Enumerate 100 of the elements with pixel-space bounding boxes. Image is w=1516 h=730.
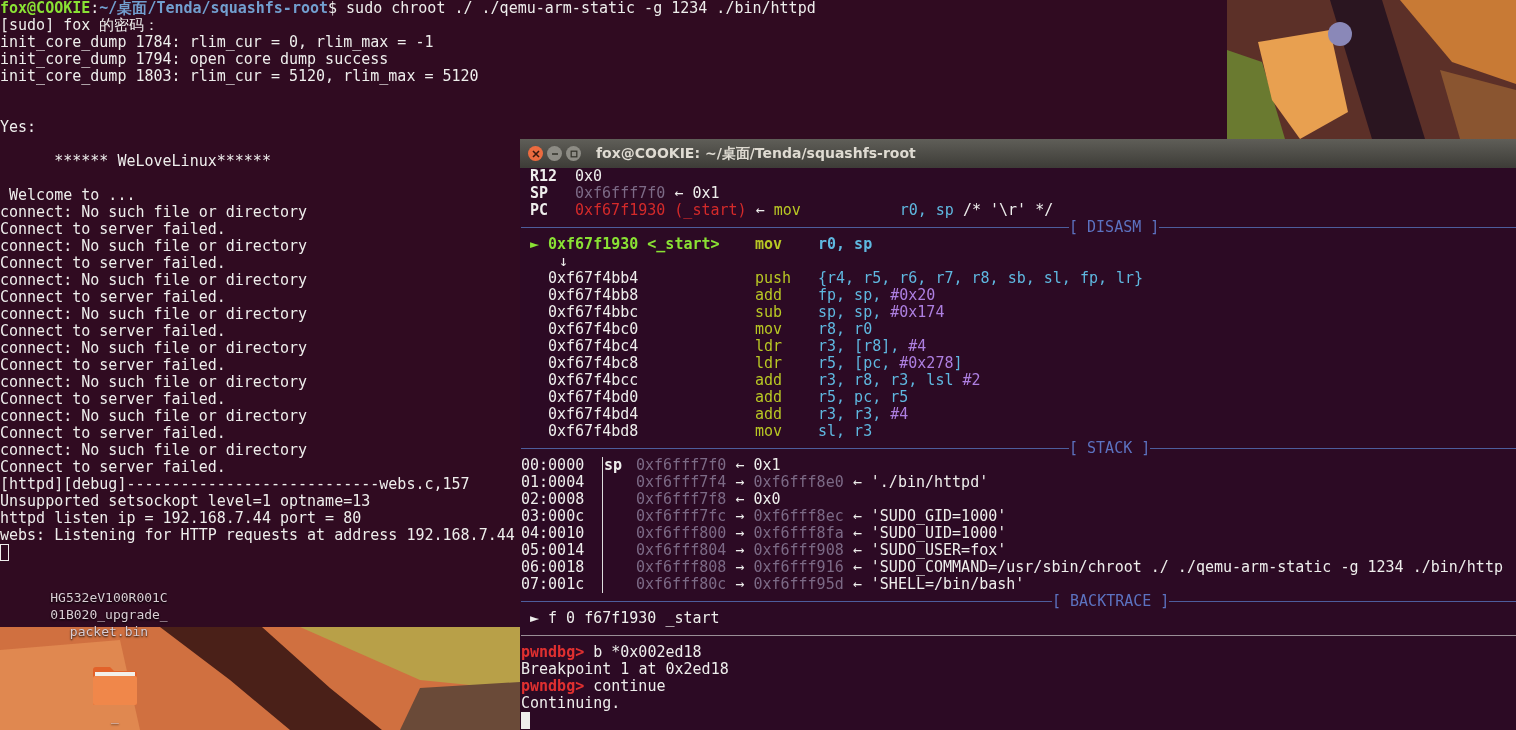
pointer-value: ← 'SUDO_GID=1000' [851, 507, 1007, 525]
output-line: connect: No such file or directory [0, 442, 308, 459]
instruction-address: 0xf67f4bbc [548, 303, 639, 321]
mnemonic: add [755, 287, 784, 304]
output-line: Connect to server failed. [0, 391, 226, 408]
stack-address: 0xf6fff7f4 [636, 473, 727, 491]
output-line: Continuing. [521, 695, 621, 712]
mnemonic: ldr [755, 338, 784, 355]
stack-address: 0xf6fff916 [753, 558, 844, 576]
stack-address: 0xf6fff808 [636, 558, 727, 576]
stack-address: 0xf6fff7fc [636, 507, 727, 525]
stack-offset: 02:0008 [521, 491, 586, 508]
output-line: Connect to server failed. [0, 323, 226, 340]
stack-address: 0xf6fff8ec [753, 507, 844, 525]
code-address: 0xf67f1930 (_start) [575, 202, 747, 219]
stack-address: 0xf6fff7f0 [575, 185, 666, 202]
operand: fp, sp, [818, 286, 883, 304]
mnemonic: push [755, 270, 793, 287]
stack-offset: 03:000c [521, 508, 586, 525]
stack-offset: 04:0010 [521, 525, 586, 542]
mnemonic: add [755, 406, 784, 423]
pointer-value: → [734, 541, 746, 559]
operand: sl, r3 [818, 422, 873, 440]
output-line: Connect to server failed. [0, 255, 226, 272]
backtrace-frame: f 0 f67f1930 _start [548, 610, 720, 627]
instruction-address: 0xf67f4bc8 [548, 354, 639, 372]
minimize-button[interactable] [547, 146, 562, 161]
mnemonic: sub [755, 304, 784, 321]
pointer-value: ← 0x0 [734, 490, 781, 508]
output-line: Connect to server failed. [0, 459, 226, 476]
pointer-value: → [734, 575, 746, 593]
mnemonic: mov [773, 202, 802, 219]
immediate: #0x174 [890, 303, 945, 321]
stack-offset: 05:0014 [521, 542, 586, 559]
pointer-value: → [734, 473, 746, 491]
file-name[interactable]: HG532eV100R001C01B020_upgrade_packet.bin [50, 589, 168, 640]
register-name: sp [604, 457, 623, 474]
output-line: init_core_dump 1784: rlim_cur = 0, rlim_max = -1 [0, 34, 434, 51]
jump-arrow: ↓ [559, 252, 569, 270]
operand: sp, sp, [818, 303, 883, 321]
register-name: PC [530, 202, 550, 219]
instruction-address: 0xf67f4bcc [548, 371, 639, 389]
instruction-address: 0xf67f4bb4 [548, 269, 639, 287]
command-text: $ sudo chroot ./ ./qemu-arm-static -g 1234 ./bin/httpd [328, 0, 816, 17]
output-line: Connect to server failed. [0, 425, 226, 442]
operand: r0, sp [899, 202, 954, 219]
pointer-value: ← 0x1 [673, 185, 720, 202]
pointer-value: ← 'SUDO_UID=1000' [851, 524, 1007, 542]
operand: ] [953, 354, 963, 372]
output-line: connect: No such file or directory [0, 204, 308, 221]
output-line: Welcome to ... [8, 187, 136, 204]
output-line: [httpd][debug]----------------------------webs.c,157 [0, 476, 470, 493]
close-button[interactable] [528, 146, 543, 161]
operand: r0, sp [818, 235, 873, 253]
immediate: #4 [908, 337, 927, 355]
immediate: #0x278 [899, 354, 954, 372]
instruction-address: 0xf67f4bd8 [548, 422, 639, 440]
stack-address: 0xf6fff7f0 [636, 456, 727, 474]
instruction-address: 0xf67f4bc4 [548, 337, 639, 355]
pointer-value: ← 'SUDO_COMMAND=/usr/sbin/chroot ./ ./qemu-arm-static -g 1234 ./bin/http [851, 558, 1503, 576]
output-line: Unsupported setsockopt level=1 optname=13 [0, 493, 371, 510]
stack-address: 0xf6fff804 [636, 541, 727, 559]
pointer-value: → [734, 507, 746, 525]
close-icon [531, 149, 540, 158]
stack-offset: 01:0004 [521, 474, 586, 491]
pointer-value: ← './bin/httpd' [851, 473, 989, 491]
window-title: fox@COOKIE: ~/桌面/Tenda/squashfs-root [596, 145, 916, 162]
stack-offset: 00:0000 [521, 457, 586, 474]
pointer-value: ← 0x1 [734, 456, 781, 474]
operand: r3, r8, r3, lsl [818, 371, 955, 389]
current-marker: ► [530, 235, 540, 253]
stack-offset: 07:001c [521, 576, 586, 593]
stack-offset: 06:0018 [521, 559, 586, 576]
output-line: [sudo] fox 的密码： [0, 17, 160, 34]
output-line: Breakpoint 1 at 0x2ed18 [521, 661, 729, 678]
register-name: SP [530, 185, 550, 202]
stack-address: 0xf6fff8e0 [753, 473, 844, 491]
symbol-label: <_start> [647, 235, 720, 253]
pointer-value: → [734, 558, 746, 576]
mnemonic: ldr [755, 355, 784, 372]
instruction-address: 0xf67f4bd4 [548, 405, 639, 423]
pointer-value: ← 'SUDO_USER=fox' [851, 541, 1007, 559]
instruction-address: 0xf67f4bd0 [548, 388, 639, 406]
folder-icon[interactable] [92, 666, 138, 706]
instruction-address: 0xf67f1930 [548, 235, 639, 253]
stack-address: 0xf6fff7f8 [636, 490, 727, 508]
pointer-value: → [734, 524, 746, 542]
operand: r8, r0 [818, 320, 873, 338]
maximize-button[interactable] [566, 146, 581, 161]
output-line: Connect to server failed. [0, 357, 226, 374]
immediate: #4 [890, 405, 909, 423]
mnemonic: mov [755, 236, 784, 253]
debugger-prompt: pwndbg> [521, 644, 585, 661]
maximize-icon [569, 149, 578, 158]
register-name: R12 [530, 168, 559, 185]
operand: r5, [pc, [818, 354, 892, 372]
pointer-value: ← [754, 202, 766, 219]
output-line: connect: No such file or directory [0, 238, 308, 255]
pointer-value: /* '\r' */ [961, 202, 1054, 219]
pointer-value: 0x0 [575, 168, 603, 185]
